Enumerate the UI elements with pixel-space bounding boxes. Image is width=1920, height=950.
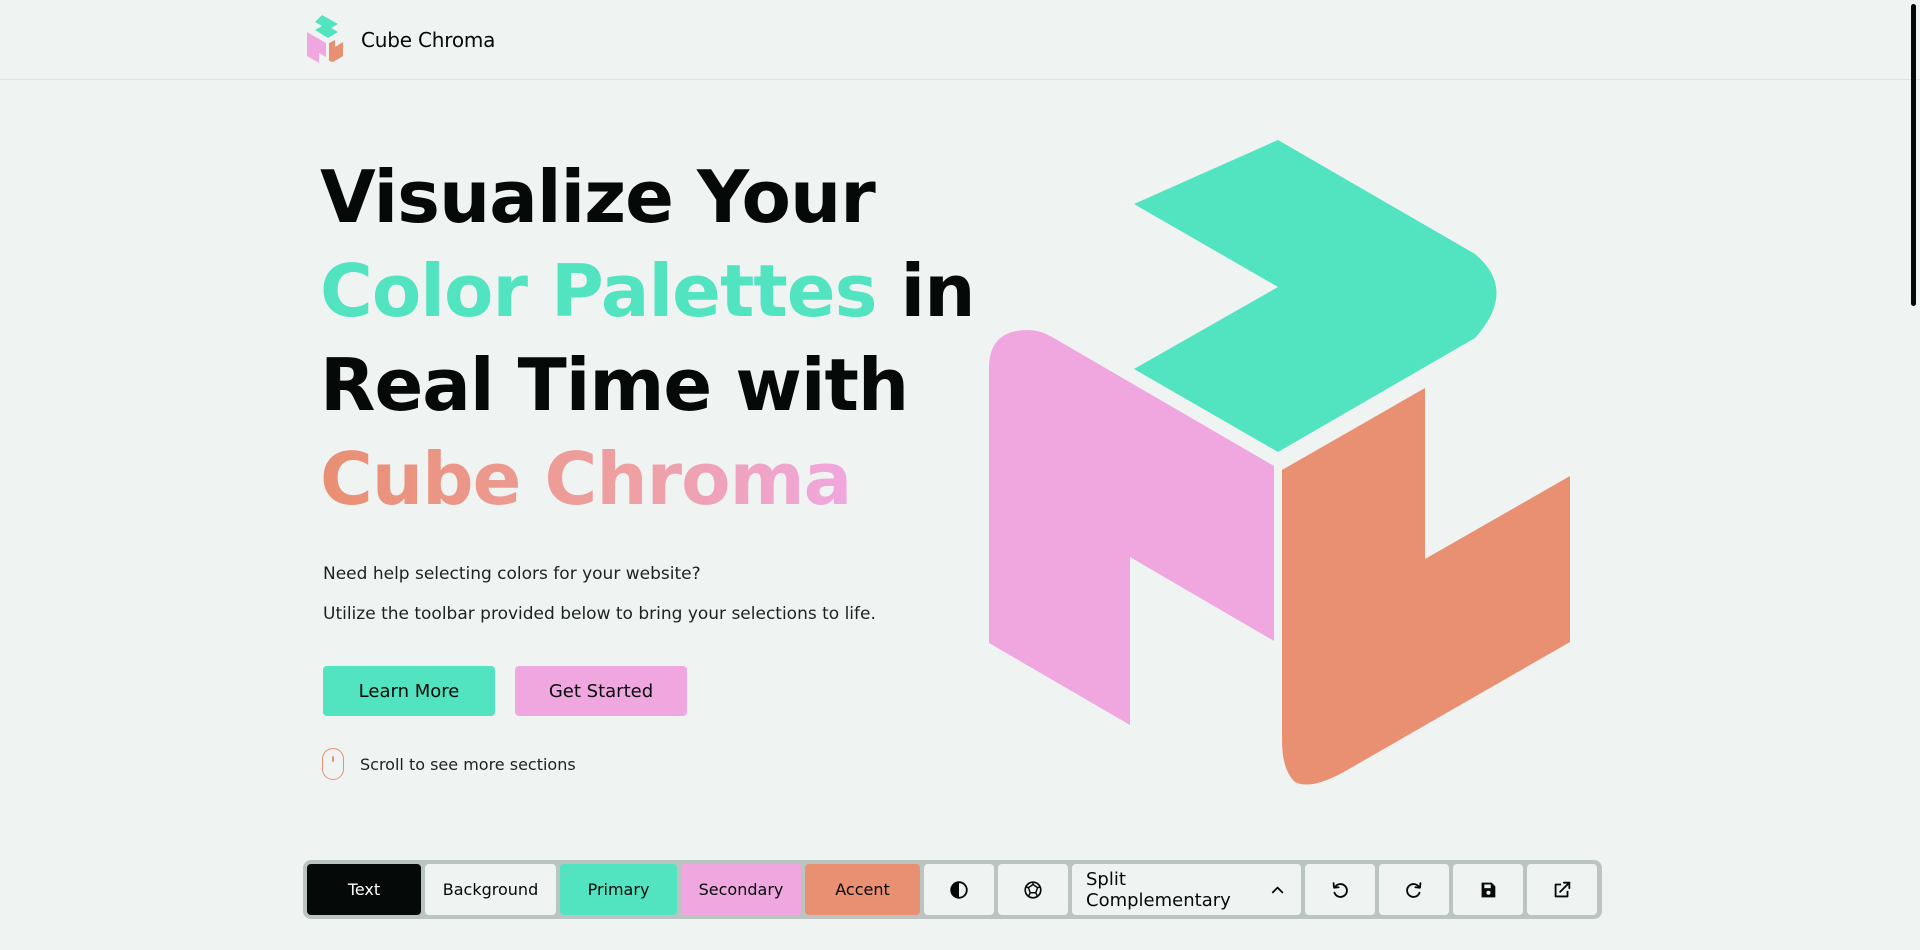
- redo-button[interactable]: [1379, 864, 1449, 915]
- save-icon: [1481, 882, 1496, 897]
- hero-subtitle-1: Need help selecting colors for your webs…: [323, 564, 701, 584]
- hero-title: Visualize Your Color Palettes in Real Ti…: [320, 150, 976, 526]
- cube-illustration: [989, 140, 1570, 785]
- brand-name: Cube Chroma: [361, 28, 496, 52]
- cube-top-face: [1134, 140, 1497, 452]
- scroll-hint: Scroll to see more sections: [322, 748, 576, 780]
- color-scheme-value: Split Complementary: [1086, 868, 1231, 911]
- redo-icon: [1406, 881, 1422, 898]
- undo-button[interactable]: [1305, 864, 1375, 915]
- hero-title-line-3: Real Time with: [320, 343, 909, 427]
- randomize-palette-button[interactable]: [998, 864, 1068, 915]
- brand-logo-link[interactable]: Cube Chroma: [305, 15, 496, 64]
- export-icon: [1554, 881, 1571, 897]
- hero-title-line-2-rest: in: [876, 249, 976, 333]
- scrollbar-thumb[interactable]: [1911, 4, 1916, 306]
- accent-color-button[interactable]: Accent: [805, 864, 920, 915]
- site-header: Cube Chroma: [0, 0, 1920, 80]
- chevron-up-icon: [1271, 886, 1284, 893]
- hero-title-highlight-gradient: Cube Chroma: [320, 437, 852, 521]
- hero-title-line-4: Cube Chroma: [320, 432, 940, 526]
- primary-color-button[interactable]: Primary: [560, 864, 677, 915]
- random-palette-icon: [1024, 880, 1042, 899]
- export-button[interactable]: [1527, 864, 1597, 915]
- hero-subtitle-2: Utilize the toolbar provided below to br…: [323, 604, 876, 624]
- hero-title-highlight-primary: Color Palettes: [320, 249, 877, 333]
- get-started-button[interactable]: Get Started: [515, 666, 687, 716]
- hero-title-line-1: Visualize Your: [320, 155, 876, 239]
- hero-title-line-2: Color Palettes in: [320, 244, 976, 338]
- toggle-dark-mode-button[interactable]: [924, 864, 994, 915]
- secondary-color-button[interactable]: Secondary: [681, 864, 801, 915]
- color-toolbar: Text Background Primary Secondary Accent…: [303, 860, 1602, 919]
- mouse-scroll-icon: [322, 748, 344, 780]
- scroll-hint-text: Scroll to see more sections: [360, 754, 576, 774]
- cube-logo-icon: [307, 15, 343, 63]
- cube-right-face: [1282, 388, 1570, 785]
- page-scrollbar[interactable]: [1906, 0, 1920, 950]
- color-scheme-select[interactable]: Split Complementary: [1072, 864, 1301, 915]
- contrast-icon: [950, 880, 968, 899]
- text-color-button[interactable]: Text: [307, 864, 421, 915]
- background-color-button[interactable]: Background: [425, 864, 556, 915]
- save-button[interactable]: [1453, 864, 1523, 915]
- undo-icon: [1332, 881, 1348, 898]
- learn-more-button[interactable]: Learn More: [323, 666, 495, 716]
